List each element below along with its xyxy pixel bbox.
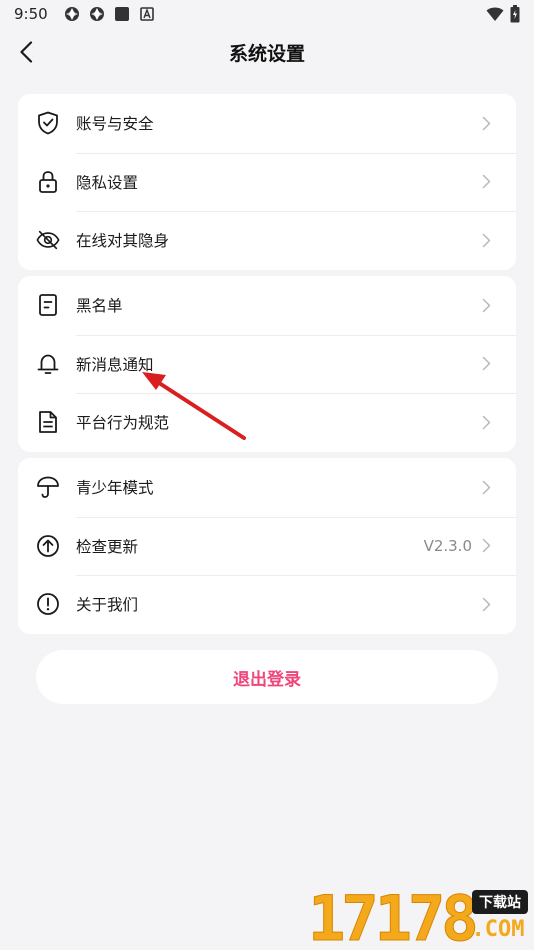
row-blacklist[interactable]: 黑名单 <box>18 276 516 335</box>
wifi-icon <box>486 7 504 21</box>
version-value: V2.3.0 <box>423 536 472 555</box>
arrow-up-circle-icon <box>37 534 59 557</box>
row-platform-rules[interactable]: 平台行为规范 <box>18 393 516 452</box>
chevron-right-icon <box>482 415 491 429</box>
header: 系统设置 <box>0 28 534 76</box>
row-label: 新消息通知 <box>76 355 154 374</box>
settings-group-about: 青少年模式 检查更新 V2.3.0 关于我们 <box>18 458 516 634</box>
chevron-right-icon <box>482 116 491 130</box>
a-icon <box>139 7 154 21</box>
umbrella-icon <box>37 476 59 499</box>
eye-off-icon <box>36 231 60 250</box>
logout-button[interactable]: 退出登录 <box>36 650 498 704</box>
row-new-message-notification[interactable]: 新消息通知 <box>18 334 516 394</box>
square-icon <box>114 7 129 21</box>
document-icon <box>39 411 57 434</box>
page-title: 系统设置 <box>228 42 305 65</box>
site-watermark: 17178 下载站 .COM <box>308 886 534 950</box>
blacklist-icon <box>39 294 57 317</box>
app-notification-icon <box>89 7 104 21</box>
battery-icon <box>510 5 520 23</box>
chevron-right-icon <box>482 480 491 494</box>
row-teen-mode[interactable]: 青少年模式 <box>18 458 516 517</box>
watermark-domain: .COM <box>471 917 525 942</box>
row-label: 检查更新 <box>76 537 139 556</box>
row-label: 平台行为规范 <box>76 414 170 433</box>
row-label: 在线对其隐身 <box>76 232 170 251</box>
watermark-digits: 17178 <box>308 882 480 950</box>
row-label: 黑名单 <box>76 297 123 316</box>
lock-icon <box>39 170 57 193</box>
row-check-update[interactable]: 检查更新 V2.3.0 <box>18 516 516 576</box>
chevron-right-icon <box>482 357 491 371</box>
row-label: 隐私设置 <box>76 173 139 192</box>
chevron-right-icon <box>482 539 491 553</box>
watermark-badge: 下载站 <box>472 890 528 914</box>
status-bar: 9:50 <box>0 0 534 28</box>
chevron-right-icon <box>482 175 491 189</box>
chevron-right-icon <box>482 298 491 312</box>
row-label: 关于我们 <box>76 596 139 615</box>
back-arrow-icon <box>20 41 33 63</box>
chevron-right-icon <box>482 233 491 247</box>
row-about-us[interactable]: 关于我们 <box>18 575 516 634</box>
app-notification-icon <box>64 7 79 21</box>
chevron-right-icon <box>482 597 491 611</box>
status-time: 9:50 <box>14 5 48 23</box>
row-online-invisible[interactable]: 在线对其隐身 <box>18 211 516 270</box>
row-account-security[interactable]: 账号与安全 <box>18 94 516 153</box>
info-circle-icon <box>37 593 59 616</box>
settings-group-account: 账号与安全 隐私设置 在线对其隐身 <box>18 94 516 270</box>
back-button[interactable] <box>10 36 42 68</box>
shield-check-icon <box>38 111 58 135</box>
row-label: 账号与安全 <box>76 115 154 134</box>
row-privacy-settings[interactable]: 隐私设置 <box>18 152 516 212</box>
row-label: 青少年模式 <box>76 479 154 498</box>
bell-icon <box>37 354 59 374</box>
settings-group-messages: 黑名单 新消息通知 平台行为规范 <box>18 276 516 452</box>
